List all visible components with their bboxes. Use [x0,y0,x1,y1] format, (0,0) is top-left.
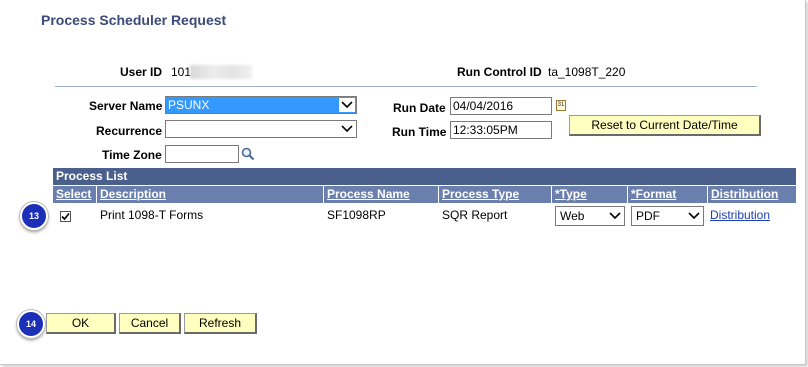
ok-button[interactable]: OK [46,313,116,334]
column-header-process-type[interactable]: Process Type [439,186,551,203]
magnifier-icon[interactable] [241,147,255,161]
server-name-select[interactable]: PSUNX [165,96,357,114]
run-control-value: ta_1098T_220 [548,65,626,79]
column-header-format[interactable]: *Format [628,186,707,203]
time-zone-input[interactable] [165,145,239,163]
cancel-button[interactable]: Cancel [119,313,181,334]
reset-date-time-button[interactable]: Reset to Current Date/Time [569,115,761,136]
chevron-down-icon [607,209,623,223]
recurrence-select[interactable] [165,120,357,138]
refresh-button[interactable]: Refresh [184,313,257,334]
row-select-checkbox[interactable] [60,211,71,222]
process-list-title: Process List [56,169,128,183]
column-header-distribution[interactable]: Distribution [708,186,796,203]
time-zone-label: Time Zone [102,148,162,162]
row-type-value: Web [560,209,585,223]
row-description: Print 1098-T Forms [100,208,204,222]
run-control-label: Run Control ID [457,65,542,79]
user-id-redaction [190,65,252,79]
run-time-input[interactable] [450,121,552,139]
calendar-icon[interactable]: 31 [556,100,566,111]
step-13-badge: 13 [20,202,48,230]
column-header-description[interactable]: Description [97,186,323,203]
row-type-select[interactable]: Web [555,206,625,226]
run-time-label: Run Time [392,125,447,139]
column-header-process-name[interactable]: Process Name [324,186,438,203]
chevron-down-icon [339,122,355,136]
column-header-type[interactable]: *Type [552,186,627,203]
user-id-label: User ID [120,65,163,79]
column-header-select[interactable]: Select [53,186,96,203]
header-divider [55,86,757,87]
row-process-type: SQR Report [442,208,508,222]
run-date-input[interactable] [450,97,552,115]
recurrence-label: Recurrence [96,124,163,138]
row-format-value: PDF [636,209,660,223]
row-process-name: SF1098RP [327,208,386,222]
server-name-value: PSUNX [168,98,210,112]
server-name-label: Server Name [89,99,163,113]
run-date-label: Run Date [393,101,446,115]
page-title: Process Scheduler Request [41,12,227,28]
process-list-header: Process List [53,168,796,185]
chevron-down-icon [686,209,702,223]
row-distribution-link[interactable]: Distribution [710,208,770,222]
chevron-down-icon [339,98,355,112]
checkmark-icon [61,212,70,221]
step-14-badge: 14 [17,310,45,338]
user-id-value: 101 [171,65,192,79]
row-format-select[interactable]: PDF [631,206,704,226]
